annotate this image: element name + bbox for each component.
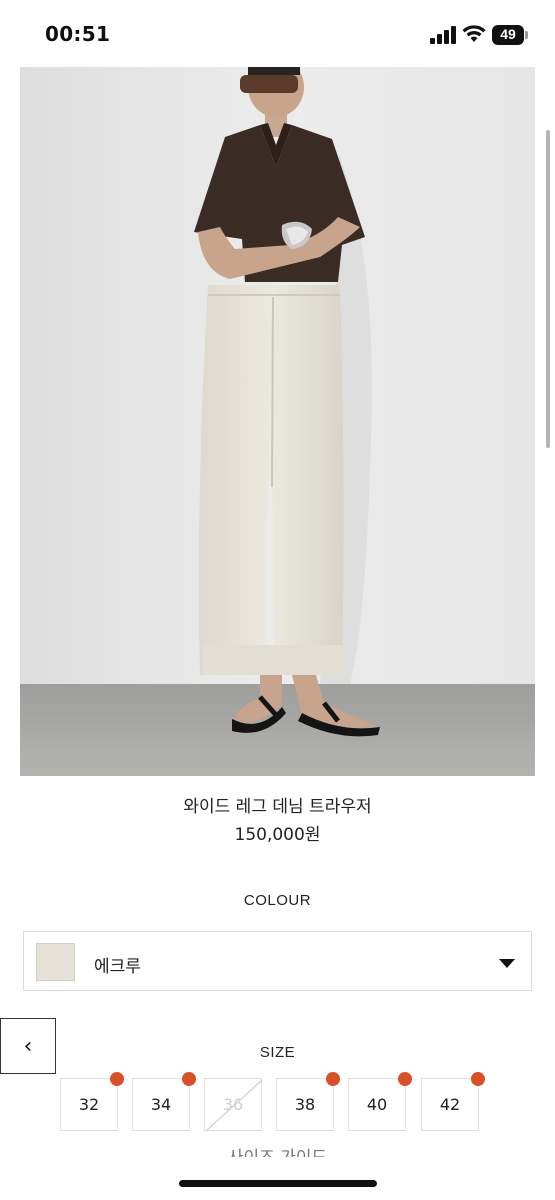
scrollbar[interactable] <box>546 130 550 448</box>
dropdown-arrow-icon <box>499 959 515 968</box>
product-price: 150,000원 <box>234 825 321 845</box>
size-indicator-dot <box>182 1072 196 1086</box>
size-option-label: 34 <box>150 1095 172 1114</box>
colour-dropdown[interactable]: 에크루 <box>23 931 532 991</box>
status-time: 00:51 <box>45 22 111 46</box>
size-option-36-unavailable: 36 <box>204 1078 263 1132</box>
product-title: 와이드 레그 데님 트라우저 <box>183 797 372 817</box>
size-indicator-dot <box>110 1072 124 1086</box>
size-option-label: 42 <box>439 1095 461 1114</box>
colour-label: COLOUR <box>243 892 312 909</box>
size-option-label: 38 <box>294 1095 316 1114</box>
strikethrough-icon <box>205 1079 263 1132</box>
product-image[interactable] <box>20 67 535 776</box>
size-option-32[interactable]: 32 <box>60 1072 124 1131</box>
battery-level: 49 <box>500 26 516 42</box>
home-indicator[interactable] <box>179 1180 377 1187</box>
battery-icon: 49 <box>492 25 528 45</box>
size-indicator-dot <box>398 1072 412 1086</box>
cellular-signal-icon <box>430 26 456 44</box>
size-option-40[interactable]: 40 <box>348 1072 412 1131</box>
size-indicator-dot <box>326 1072 340 1086</box>
size-guide-link[interactable]: 사이즈 가이드 <box>0 1143 555 1157</box>
size-label: SIZE <box>259 1044 296 1061</box>
size-option-42[interactable]: 42 <box>421 1072 485 1131</box>
status-bar: 00:51 49 <box>0 0 555 64</box>
wifi-icon <box>462 24 486 44</box>
colour-selected-value: 에크루 <box>94 957 141 977</box>
size-options: 32 34 36 38 40 42 <box>60 1072 490 1132</box>
colour-swatch <box>36 943 75 981</box>
size-option-label: 32 <box>78 1095 100 1114</box>
size-option-38[interactable]: 38 <box>276 1072 340 1131</box>
size-option-label: 40 <box>366 1095 388 1114</box>
size-indicator-dot <box>471 1072 485 1086</box>
size-option-34[interactable]: 34 <box>132 1072 196 1131</box>
